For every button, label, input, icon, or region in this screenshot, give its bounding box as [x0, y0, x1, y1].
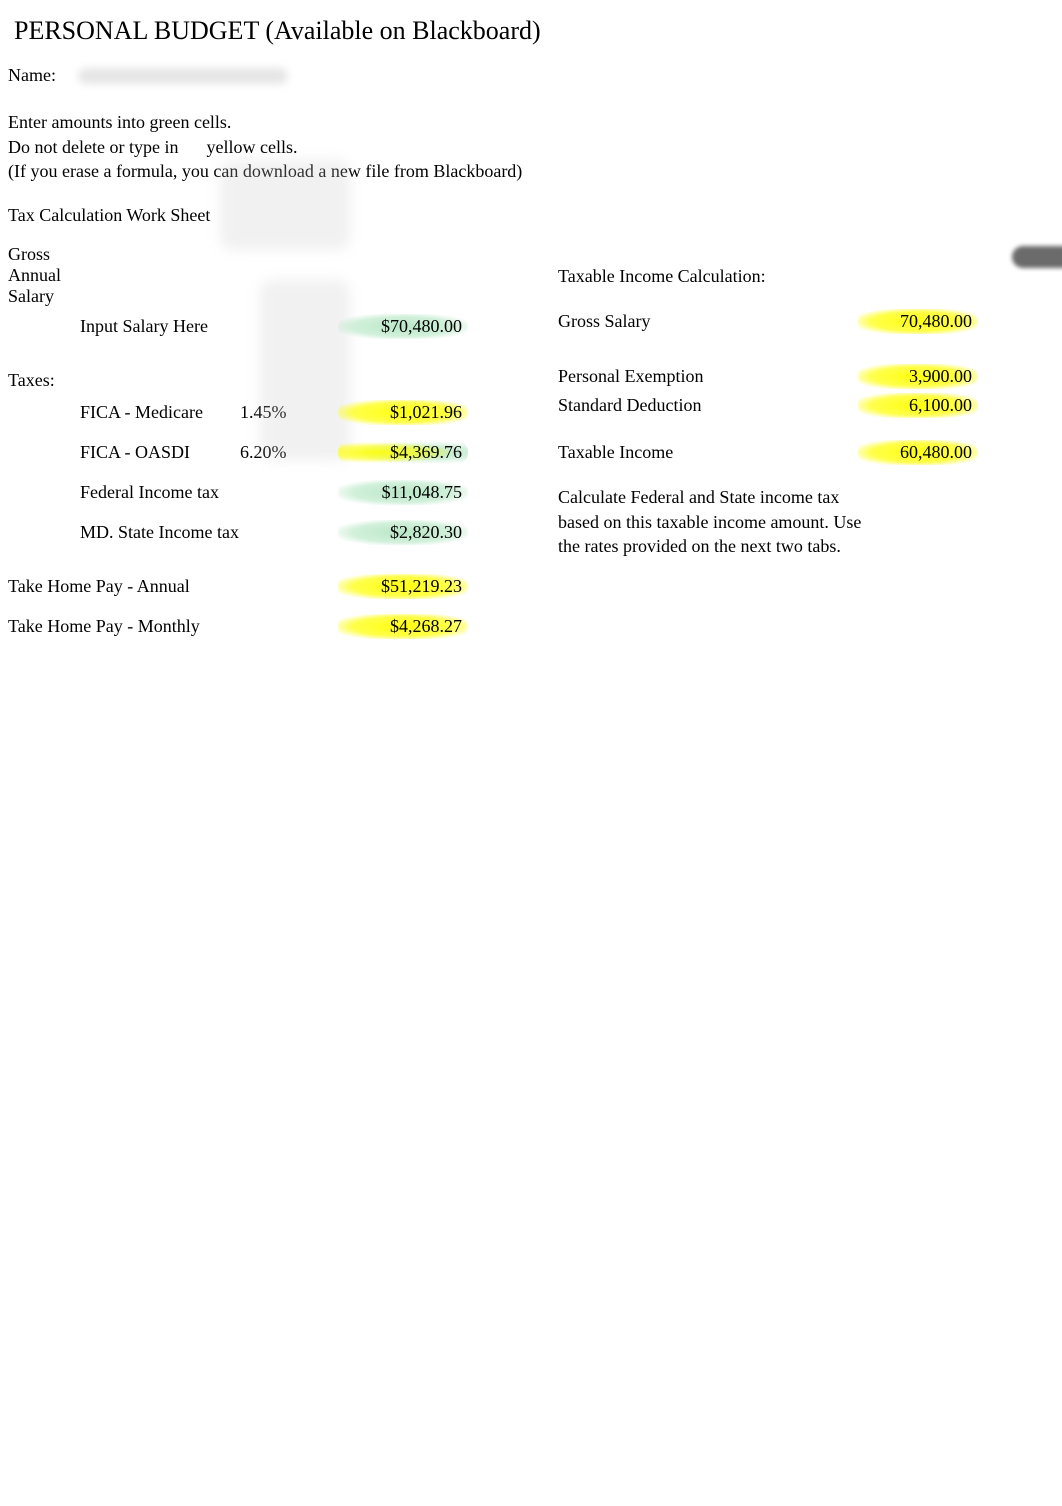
- fica-medicare-label: FICA - Medicare: [80, 402, 240, 423]
- standard-deduction-label: Standard Deduction: [558, 395, 748, 416]
- tax-worksheet: Gross Annual Salary Input Salary Here $7…: [8, 244, 468, 653]
- input-salary-here-label: Input Salary Here: [80, 316, 240, 337]
- takehome-annual-label: Take Home Pay - Annual: [8, 576, 240, 597]
- name-row: Name:: [8, 64, 1054, 86]
- instructions: Enter amounts into green cells. Do not d…: [8, 110, 1054, 183]
- taxes-label: Taxes:: [8, 370, 80, 391]
- personal-exemption-label: Personal Exemption: [558, 366, 748, 387]
- page-title: PERSONAL BUDGET (Available on Blackboard…: [14, 16, 1054, 46]
- instruction-line-2a: Do not delete or type in: [8, 135, 178, 159]
- gross-salary-label: Gross Annual Salary: [8, 244, 80, 307]
- taxable-heading: Taxable Income Calculation:: [558, 266, 978, 287]
- name-label: Name:: [8, 65, 56, 86]
- federal-tax-label: Federal Income tax: [80, 482, 240, 503]
- takehome-monthly-label: Take Home Pay - Monthly: [8, 616, 240, 637]
- fica-oasdi-label: FICA - OASDI: [80, 442, 240, 463]
- name-value-redacted: [78, 68, 288, 84]
- taxable-income-value: 60,480.00: [858, 440, 978, 465]
- salary-input-cell[interactable]: $70,480.00: [338, 314, 468, 339]
- instruction-line-1: Enter amounts into green cells.: [8, 110, 1054, 134]
- fica-oasdi-value: $4,369.76: [338, 440, 468, 465]
- section-heading: Tax Calculation Work Sheet: [8, 205, 1054, 226]
- fica-medicare-value: $1,021.96: [338, 400, 468, 425]
- instruction-line-2b: yellow cells.: [206, 135, 297, 159]
- blur-decoration: [220, 160, 350, 250]
- federal-tax-value[interactable]: $11,048.75: [338, 480, 468, 505]
- takehome-annual-value: $51,219.23: [338, 574, 468, 599]
- md-state-tax-value[interactable]: $2,820.30: [338, 520, 468, 545]
- gross-salary-right-label: Gross Salary: [558, 311, 748, 332]
- takehome-monthly-value: $4,268.27: [338, 614, 468, 639]
- blur-decoration: [260, 280, 350, 460]
- personal-exemption-value: 3,900.00: [858, 364, 978, 389]
- calculation-note: Calculate Federal and State income tax b…: [558, 485, 878, 558]
- gross-salary-right-value: 70,480.00: [858, 309, 978, 334]
- taxable-income-label: Taxable Income: [558, 442, 748, 463]
- instruction-line-2: Do not delete or type in yellow cells.: [8, 135, 1054, 159]
- md-state-tax-label: MD. State Income tax: [80, 522, 240, 543]
- side-chip: [1012, 246, 1062, 268]
- taxable-income-calc: Taxable Income Calculation: Gross Salary…: [558, 244, 978, 558]
- instruction-line-3: (If you erase a formula, you can downloa…: [8, 159, 1054, 183]
- standard-deduction-value: 6,100.00: [858, 393, 978, 418]
